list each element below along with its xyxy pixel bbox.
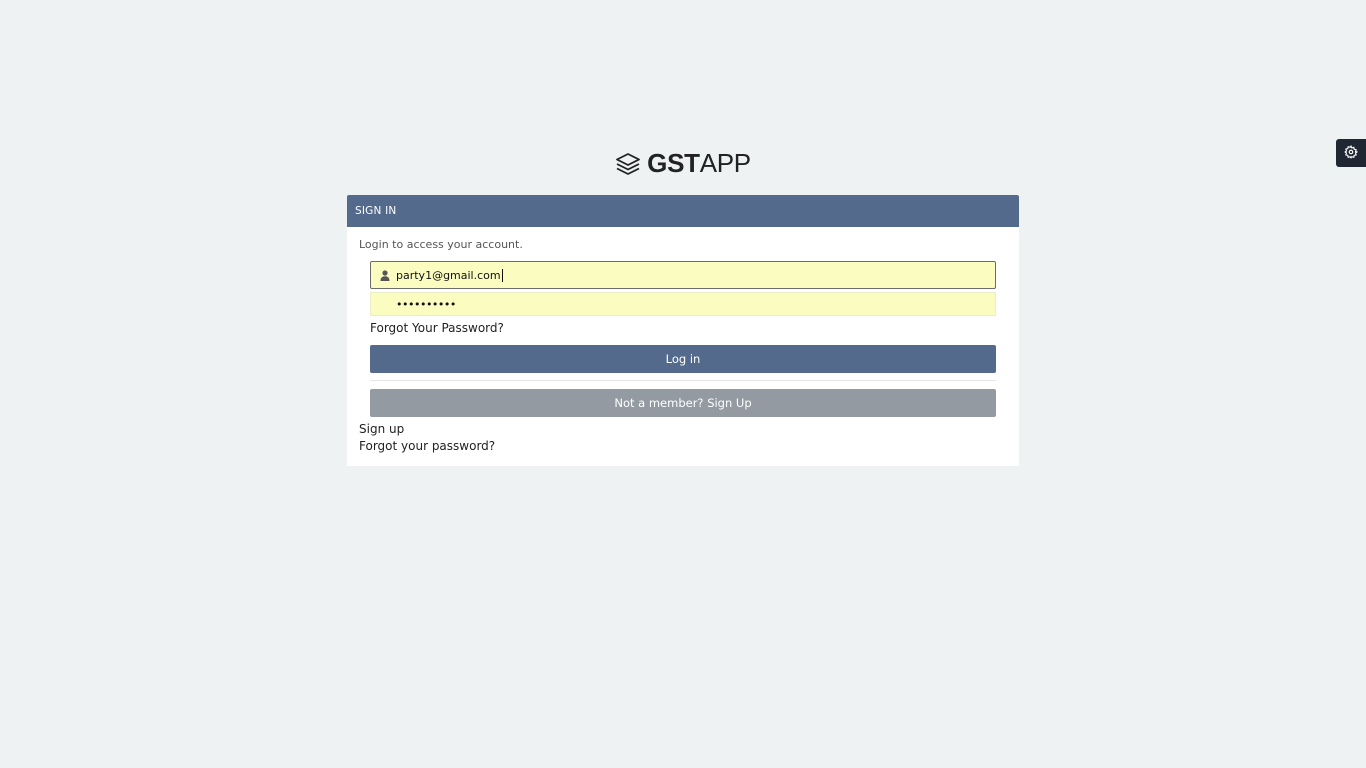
email-field[interactable]: party1@gmail.com bbox=[370, 261, 996, 289]
password-field-value: •••••••••• bbox=[396, 297, 456, 311]
user-icon bbox=[380, 269, 390, 281]
password-field[interactable]: •••••••••• bbox=[370, 292, 996, 316]
brand-name-light: APP bbox=[699, 148, 751, 178]
brand-logo-inner: GSTAPP bbox=[615, 148, 751, 179]
layers-icon bbox=[615, 151, 641, 177]
login-button[interactable]: Log in bbox=[370, 345, 996, 373]
brand-name-bold: GST bbox=[647, 148, 700, 178]
text-caret bbox=[501, 268, 503, 282]
settings-toggle-button[interactable] bbox=[1336, 139, 1366, 167]
signin-card: SIGN IN Login to access your account. pa… bbox=[347, 195, 1019, 466]
signup-link[interactable]: Sign up bbox=[359, 422, 404, 436]
brand-logo: GSTAPP bbox=[0, 148, 1366, 179]
signin-card-header: SIGN IN bbox=[347, 195, 1019, 227]
divider bbox=[370, 380, 996, 381]
forgot-password-link-secondary[interactable]: Forgot your password? bbox=[359, 439, 495, 453]
signup-button[interactable]: Not a member? Sign Up bbox=[370, 389, 996, 417]
forgot-password-link[interactable]: Forgot Your Password? bbox=[370, 321, 504, 335]
email-field-value: party1@gmail.com bbox=[396, 268, 501, 282]
gear-icon bbox=[1344, 144, 1359, 163]
signin-intro-text: Login to access your account. bbox=[359, 238, 523, 251]
